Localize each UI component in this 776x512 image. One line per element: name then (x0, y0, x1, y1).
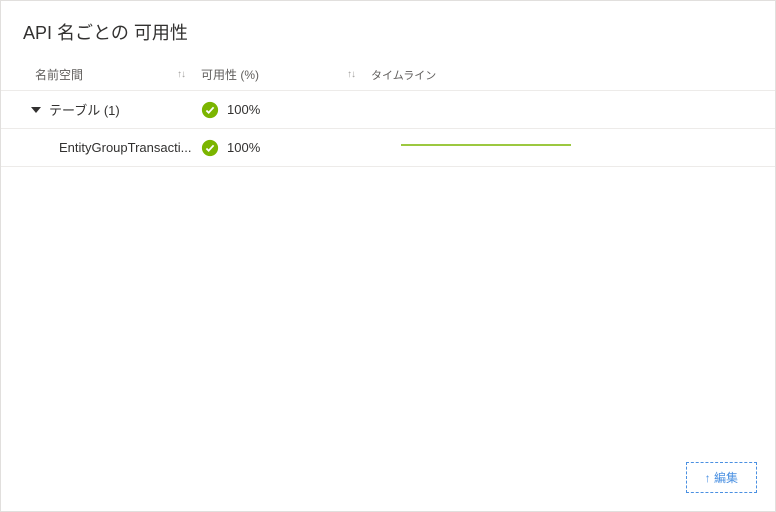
sort-arrows-icon: ↑↓ (177, 72, 185, 78)
group-label: テーブル (1) (49, 100, 120, 119)
check-circle-icon (201, 139, 219, 157)
row-label: EntityGroupTransacti... (59, 140, 191, 155)
group-availability-value: 100% (227, 102, 260, 117)
column-availability-label: 可用性 (%) (201, 66, 347, 83)
availability-table: 名前空間 ↑↓ 可用性 (%) ↑↓ タイムライン テーブル (1) 100% … (1, 59, 775, 167)
column-namespace-label: 名前空間 (35, 66, 177, 83)
edit-button[interactable]: ↑ 編集 (686, 462, 757, 493)
check-circle-icon (201, 101, 219, 119)
column-availability[interactable]: 可用性 (%) ↑↓ (201, 66, 371, 83)
column-timeline[interactable]: タイムライン (371, 67, 775, 83)
table-row[interactable]: EntityGroupTransacti... 100% (1, 129, 775, 167)
column-timeline-label: タイムライン (371, 67, 769, 83)
sort-arrows-icon: ↑↓ (347, 72, 355, 78)
caret-down-icon (31, 107, 41, 113)
sparkline (401, 141, 571, 149)
section-title: API 名ごとの 可用性 (1, 1, 775, 59)
column-namespace[interactable]: 名前空間 ↑↓ (1, 66, 201, 83)
table-header-row: 名前空間 ↑↓ 可用性 (%) ↑↓ タイムライン (1, 59, 775, 91)
row-availability-value: 100% (227, 140, 260, 155)
table-group-row[interactable]: テーブル (1) 100% (1, 91, 775, 129)
